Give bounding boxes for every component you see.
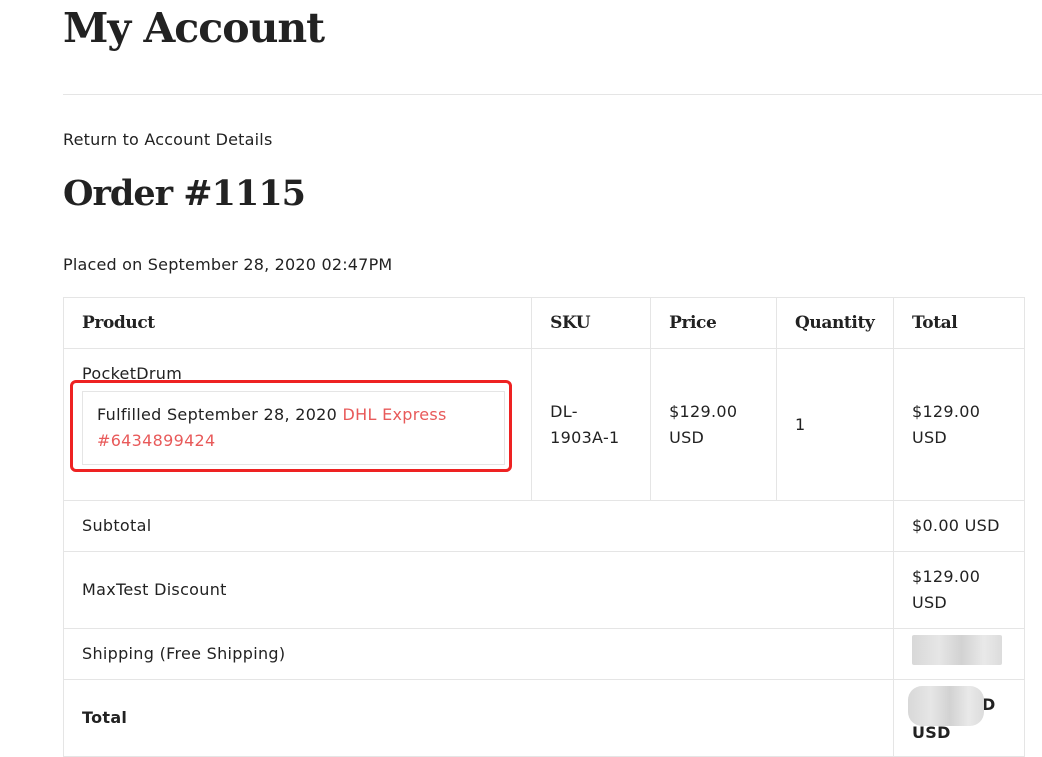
order-table: Product SKU Price Quantity Total PocketD… bbox=[62, 297, 1026, 757]
order-placed-date: Placed on September 28, 2020 02:47PM bbox=[63, 255, 393, 274]
total-visible-suffix: D bbox=[981, 695, 996, 714]
tracking-number: #6434899424 bbox=[97, 431, 216, 450]
discount-label: MaxTest Discount bbox=[63, 551, 894, 629]
subtotal-row: Subtotal $0.00 USD bbox=[63, 500, 1026, 552]
price-amount: $129.00 bbox=[669, 401, 738, 421]
page-title: My Account bbox=[63, 4, 325, 52]
header-price: Price bbox=[650, 297, 777, 349]
header-total: Total bbox=[892, 297, 1026, 349]
header-quantity: Quantity bbox=[775, 297, 894, 349]
subtotal-value: $0.00 USD bbox=[892, 500, 1026, 552]
quantity-cell: 1 bbox=[775, 348, 894, 501]
table-header-row: Product SKU Price Quantity Total bbox=[62, 297, 1026, 349]
subtotal-label: Subtotal bbox=[63, 500, 894, 552]
discount-amount: $129.00 bbox=[911, 567, 981, 586]
redacted-shipping-value bbox=[911, 635, 1002, 665]
total-value: D USD bbox=[892, 679, 1026, 757]
tracking-carrier: DHL Express bbox=[342, 405, 447, 424]
sku-line-1: DL- bbox=[550, 401, 578, 421]
shipping-value bbox=[892, 628, 1026, 680]
product-cell: PocketDrum Fulfilled September 28, 2020 … bbox=[62, 348, 533, 501]
table-row: PocketDrum Fulfilled September 28, 2020 … bbox=[62, 348, 1026, 501]
shipping-row: Shipping (Free Shipping) bbox=[63, 628, 1026, 680]
total-label: Total bbox=[63, 679, 894, 757]
header-product: Product bbox=[62, 297, 533, 349]
product-name: PocketDrum bbox=[82, 364, 183, 383]
header-sku: SKU bbox=[531, 297, 652, 349]
discount-currency: USD bbox=[911, 593, 948, 612]
shipping-label: Shipping (Free Shipping) bbox=[63, 628, 894, 680]
order-title: Order #1115 bbox=[63, 173, 306, 214]
item-total-cell: $129.00 USD bbox=[892, 348, 1026, 501]
sku-cell: DL- 1903A-1 bbox=[531, 348, 652, 501]
total-row: Total D USD bbox=[63, 679, 1026, 757]
fulfillment-info: Fulfilled September 28, 2020 DHL Express… bbox=[82, 391, 506, 465]
fulfilled-date: Fulfilled September 28, 2020 bbox=[97, 405, 338, 424]
discount-row: MaxTest Discount $129.00 USD bbox=[63, 551, 1026, 629]
sku-line-2: 1903A-1 bbox=[550, 427, 620, 447]
discount-value: $129.00 USD bbox=[892, 551, 1026, 629]
header-divider bbox=[63, 94, 1042, 95]
return-to-account-link[interactable]: Return to Account Details bbox=[63, 130, 272, 149]
price-cell: $129.00 USD bbox=[650, 348, 777, 501]
item-total-currency: USD bbox=[911, 427, 948, 447]
item-total-amount: $129.00 bbox=[911, 401, 981, 421]
price-currency: USD bbox=[669, 427, 705, 447]
redacted-total-value bbox=[907, 686, 984, 726]
